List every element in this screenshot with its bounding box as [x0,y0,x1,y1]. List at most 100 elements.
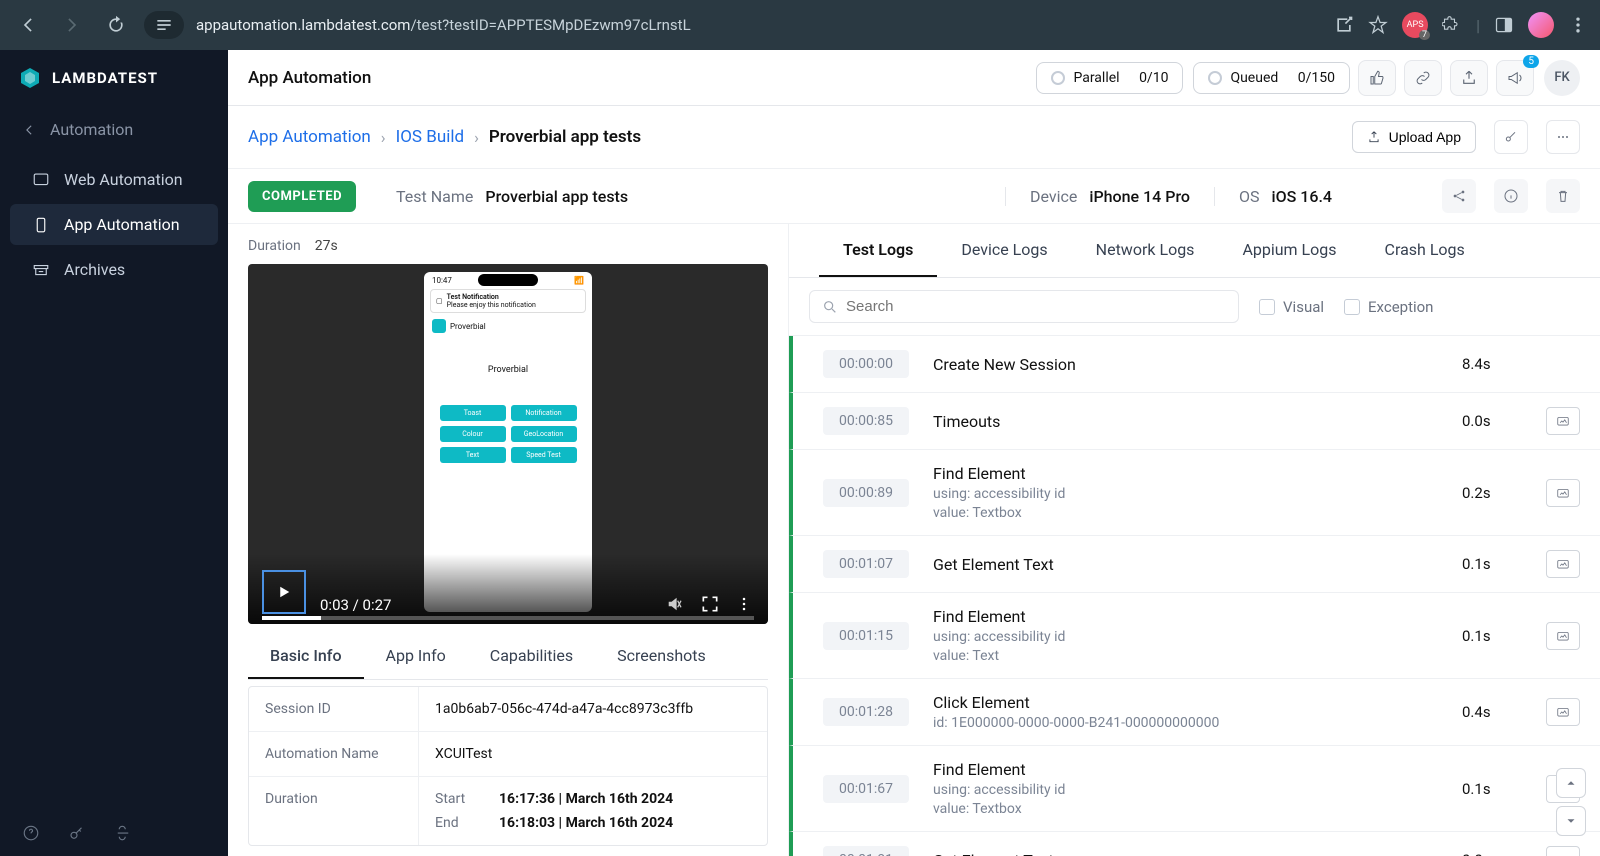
extension-badge: 7 [1419,30,1430,40]
info-bar: COMPLETED Test NameProverbial app tests … [228,168,1600,224]
play-button[interactable] [262,570,306,614]
exception-checkbox[interactable]: Exception [1344,298,1433,316]
video-player[interactable]: 10:47📶 ▢Test NotificationPlease enjoy th… [248,264,768,624]
log-row[interactable]: 00:00:85Timeouts0.0s [789,393,1600,450]
panel-icon[interactable] [1494,15,1514,35]
log-row[interactable]: 00:01:81Get Element Text0.0s [789,832,1600,856]
tab-app-info[interactable]: App Info [364,634,468,679]
automation-name-value: XCUITest [419,732,767,776]
log-row[interactable]: 00:01:67Find Elementusing: accessibility… [789,746,1600,832]
screenshot-icon[interactable] [1546,622,1580,650]
breadcrumb-ios-build[interactable]: IOS Build [396,127,464,147]
log-row[interactable]: 00:00:89Find Elementusing: accessibility… [789,450,1600,536]
sidebar-item-web-automation[interactable]: Web Automation [10,159,218,200]
link-icon[interactable] [1404,60,1442,96]
delete-icon[interactable] [1546,179,1580,213]
log-time: 00:00:85 [823,407,909,435]
key-button[interactable] [1494,120,1528,154]
profile-avatar[interactable] [1528,12,1554,38]
extension-icon[interactable]: APS7 [1402,12,1428,38]
url-path: /test?testID=APPTESMpDEzwm97cLrnstL [410,16,690,34]
chevron-right-icon: › [381,128,386,147]
log-title: Get Element Text [933,851,1462,856]
phone-button: Notification [511,405,577,421]
log-duration: 0.1s [1462,555,1506,573]
video-menu-icon[interactable] [734,594,754,614]
parallel-pill[interactable]: Parallel 0/10 [1036,62,1183,94]
integrations-icon[interactable] [114,824,132,842]
menu-icon[interactable] [1568,15,1588,35]
extensions-icon[interactable] [1442,15,1462,35]
upload-app-button[interactable]: Upload App [1352,121,1476,153]
status-badge: COMPLETED [248,181,356,212]
scroll-down-button[interactable] [1556,806,1586,836]
screenshot-icon[interactable] [1546,846,1580,856]
log-title: Find Element [933,607,1462,626]
brand-logo[interactable]: LAMBDATEST [0,50,228,110]
breadcrumb-row: App Automation › IOS Build › Proverbial … [228,106,1600,168]
log-row[interactable]: 00:01:28Click Elementid: 1E000000-0000-0… [789,679,1600,746]
sidebar-back[interactable]: Automation [0,110,228,157]
mute-icon[interactable] [666,594,686,614]
tab-basic-info[interactable]: Basic Info [248,634,364,679]
reload-button[interactable] [100,9,132,41]
phone-button: GeoLocation [511,426,577,442]
screenshot-icon[interactable] [1546,407,1580,435]
brand-text: LAMBDATEST [52,69,158,87]
sidebar-item-label: Web Automation [64,170,183,189]
tab-test-logs[interactable]: Test Logs [819,224,937,277]
install-icon[interactable] [1334,15,1354,35]
video-progress[interactable] [262,616,754,620]
url-bar[interactable]: appautomation.lambdatest.com/test?testID… [196,16,1322,34]
end-time: 16:18:03 | March 16th 2024 [499,815,673,831]
scroll-up-button[interactable] [1556,768,1586,798]
key-icon[interactable] [68,824,86,842]
sidebar: LAMBDATEST Automation Web Automation App… [0,50,228,856]
basic-info-table: Session ID1a0b6ab7-056c-474d-a47a-4cc897… [248,686,768,846]
tab-capabilities[interactable]: Capabilities [468,634,595,679]
tab-appium-logs[interactable]: Appium Logs [1218,224,1360,277]
tab-screenshots[interactable]: Screenshots [595,634,728,679]
log-time: 00:01:28 [823,698,909,726]
sidebar-back-label: Automation [50,120,133,139]
site-info-icon[interactable] [144,11,184,39]
log-time: 00:01:67 [823,775,909,803]
announce-icon[interactable]: 5 [1496,60,1534,96]
queued-pill[interactable]: Queued 0/150 [1193,62,1350,94]
share-test-icon[interactable] [1442,179,1476,213]
screenshot-icon[interactable] [1546,479,1580,507]
test-name: Proverbial app tests [485,187,628,206]
screenshot-icon[interactable] [1546,550,1580,578]
log-row[interactable]: 00:01:15Find Elementusing: accessibility… [789,593,1600,679]
search-input[interactable] [846,298,1226,315]
forward-button[interactable] [56,9,88,41]
sidebar-item-archives[interactable]: Archives [10,249,218,290]
log-duration: 0.0s [1462,412,1506,430]
log-time: 00:01:81 [823,846,909,856]
star-icon[interactable] [1368,15,1388,35]
sidebar-item-app-automation[interactable]: App Automation [10,204,218,245]
share-icon[interactable] [1450,60,1488,96]
tab-device-logs[interactable]: Device Logs [937,224,1071,277]
breadcrumb-app-automation[interactable]: App Automation [248,127,371,147]
tab-network-logs[interactable]: Network Logs [1072,224,1219,277]
more-button[interactable] [1546,120,1580,154]
fullscreen-icon[interactable] [700,594,720,614]
back-button[interactable] [12,9,44,41]
log-row[interactable]: 00:00:00Create New Session8.4s [789,336,1600,393]
screenshot-icon[interactable] [1546,698,1580,726]
info-icon[interactable] [1494,179,1528,213]
chevron-right-icon: › [474,128,479,147]
log-row[interactable]: 00:01:07Get Element Text0.1s [789,536,1600,593]
thumbs-icon[interactable] [1358,60,1396,96]
search-box[interactable] [809,290,1239,323]
help-icon[interactable] [22,824,40,842]
user-avatar[interactable]: FK [1544,60,1580,96]
visual-checkbox[interactable]: Visual [1259,298,1324,316]
detail-tabs: Basic Info App Info Capabilities Screens… [248,634,768,680]
log-title: Click Element [933,693,1462,712]
log-title: Find Element [933,464,1462,483]
tab-crash-logs[interactable]: Crash Logs [1361,224,1489,277]
notif-badge: 5 [1523,55,1539,68]
log-time: 00:01:15 [823,622,909,650]
